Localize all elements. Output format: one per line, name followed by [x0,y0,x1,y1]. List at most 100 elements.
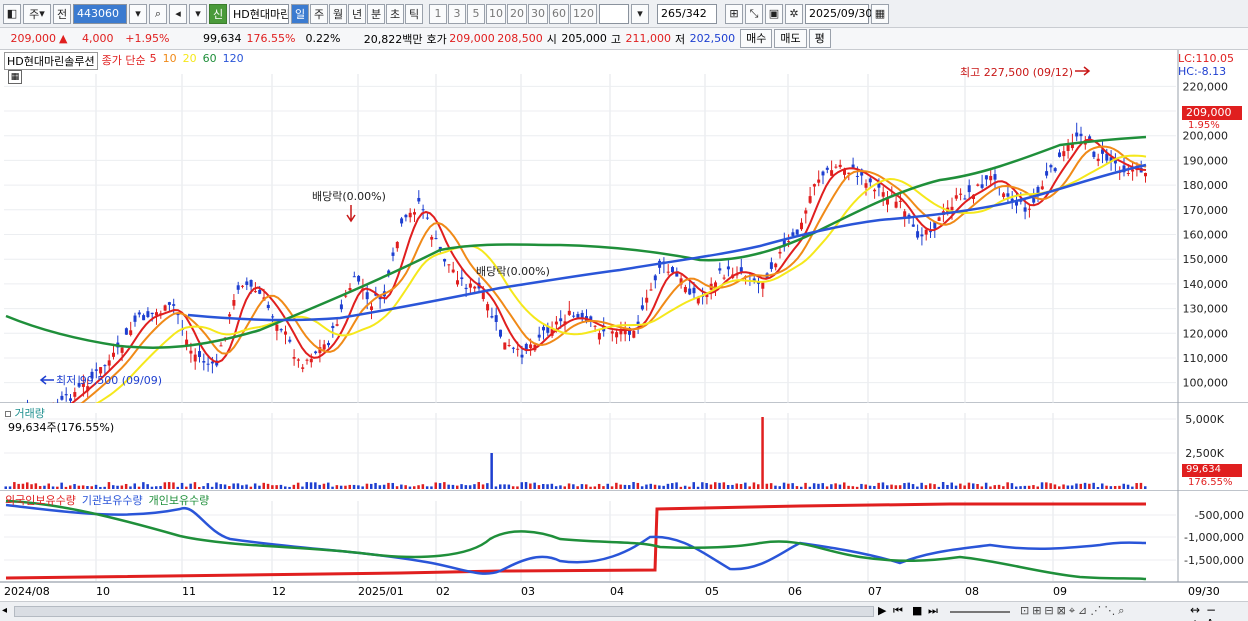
scroll-track[interactable] [14,606,874,617]
volume-bar [1118,485,1121,489]
candle-body [580,312,584,318]
forward-icon[interactable]: ⏭ [928,604,938,618]
volume-bar [284,486,287,489]
candle-body [408,212,412,218]
interval-dropdown-icon[interactable]: ▾ [631,3,649,24]
candle-body [597,333,601,340]
stop-icon[interactable]: ■ [912,604,922,617]
save-icon[interactable]: ▣ [765,3,783,24]
average-button[interactable]: 평 [808,29,831,48]
candle-body [774,263,778,268]
grid-icon[interactable]: ⊞ [725,3,743,24]
volume-bar [438,483,442,489]
period-tab-6[interactable]: 틱 [405,3,423,24]
y-tick-label: 200,000 [1183,130,1229,143]
y-tick-label: 220,000 [1183,80,1229,93]
volume-bar [51,486,55,489]
period-prev-button[interactable]: 전 [53,3,71,24]
date-input[interactable]: 2025/09/30 [805,3,872,24]
candle-body [1006,193,1010,197]
period-main-select[interactable]: 주 ▾ [23,3,51,24]
interval-button-1[interactable]: 1 [429,3,447,24]
code-dropdown-icon[interactable]: ▾ [129,3,147,24]
holding-pane[interactable]: -500,000 -1,000,000 -1,500,000 외국인보유수량 기관보유… [0,491,1248,582]
ma-legend-120: 120 [222,52,244,65]
volume-bar [860,483,863,489]
rewind-icon[interactable]: ⏮ [893,604,903,618]
zoom-slider[interactable] [950,611,1010,613]
candle-body [692,287,696,294]
volume-bar [99,486,102,489]
volume-bar [610,486,614,489]
candle-body [339,304,343,310]
volume-bar [486,483,489,489]
volume-bar [546,484,549,489]
period-tab-1[interactable]: 주 [310,3,328,24]
volume-bar [34,483,38,489]
volume-bar [761,417,764,489]
volume-tag: 99,634 [1182,464,1242,477]
candle-body [322,344,326,350]
candle-body [1023,207,1027,212]
table-icon[interactable]: ▦ [8,70,22,84]
buy-button[interactable]: 매수 [740,29,773,48]
x-axis-label-1: 10 [96,585,110,598]
candle-body [812,184,816,187]
settings-icon[interactable]: ✲ [785,3,803,24]
speaker-icon[interactable]: ◂ [169,3,187,24]
calendar-icon[interactable]: ▦ [871,3,889,24]
period-tab-3[interactable]: 년 [348,3,366,24]
period-tab-4[interactable]: 분 [367,3,385,24]
volume-bar [13,482,16,489]
play-icon[interactable]: ▶ [878,604,886,617]
volume-bar [873,485,876,489]
zoom-controls-icon[interactable]: ↔−+A [1190,603,1248,621]
volume-bar [17,483,20,489]
volume-bar [1122,483,1125,489]
candle-body [640,305,644,310]
candle-body [69,398,72,401]
stock-code-input[interactable]: 443060 [73,3,127,24]
volume-bar [468,485,472,489]
volume-bar [185,486,188,489]
candle-body [460,277,464,280]
interval-button-3[interactable]: 3 [448,3,466,24]
volume-bar [206,483,210,489]
volume-bar [112,485,115,489]
ma5-line [5,138,1147,420]
candle-body [120,347,124,353]
volume-bar [963,485,966,489]
candle-body [266,304,270,308]
volume-bar [516,486,519,489]
interval-button-30[interactable]: 30 [528,3,548,24]
search-icon[interactable]: ⌕ [149,3,167,24]
volume-bar [877,482,880,489]
volume-bar [666,483,670,489]
volume-bar [830,484,833,489]
price-tag: 209,000 [1182,106,1242,120]
bottom-scrollbar[interactable]: ◂ ▶ ⏮ ■ ⏭ ⊡⊞⊟⊠⌖⊿⋰⋱⌕ ↔−+A [0,601,1248,621]
stock-name-field[interactable]: HD현대마린 [229,3,289,24]
chevron-down-icon[interactable]: ▾ [189,3,207,24]
interval-button-20[interactable]: 20 [507,3,527,24]
interval-button-5[interactable]: 5 [467,3,485,24]
count-field[interactable]: 265/342 [657,3,717,24]
volume-pane[interactable]: 5,000K 2,500K 거래량 99,634주(176.55%) 99,634… [0,403,1248,491]
volume: 99,634 [202,32,242,45]
interval-button-60[interactable]: 60 [549,3,569,24]
period-tab-2[interactable]: 월 [329,3,347,24]
volume-bar [296,482,300,489]
period-tab-5[interactable]: 초 [386,3,404,24]
interval-button-10[interactable]: 10 [486,3,506,24]
candle-body [653,275,657,281]
scroll-left-icon[interactable]: ◂ [2,605,7,616]
price-pane[interactable]: 220,000210,000200,000190,000180,000170,0… [0,50,1248,426]
drawing-tools-icon[interactable]: ⊡⊞⊟⊠⌖⊿⋰⋱⌕ [1020,604,1127,618]
hc-label: HC:-8.13 [1178,65,1227,78]
zoom-icon[interactable]: ⤡ [745,3,763,24]
interval-input[interactable] [599,3,629,24]
sell-button[interactable]: 매도 [774,29,807,48]
window-icon[interactable]: ◧ [3,3,21,24]
interval-button-120[interactable]: 120 [570,3,597,24]
period-tab-0[interactable]: 일 [291,3,309,24]
